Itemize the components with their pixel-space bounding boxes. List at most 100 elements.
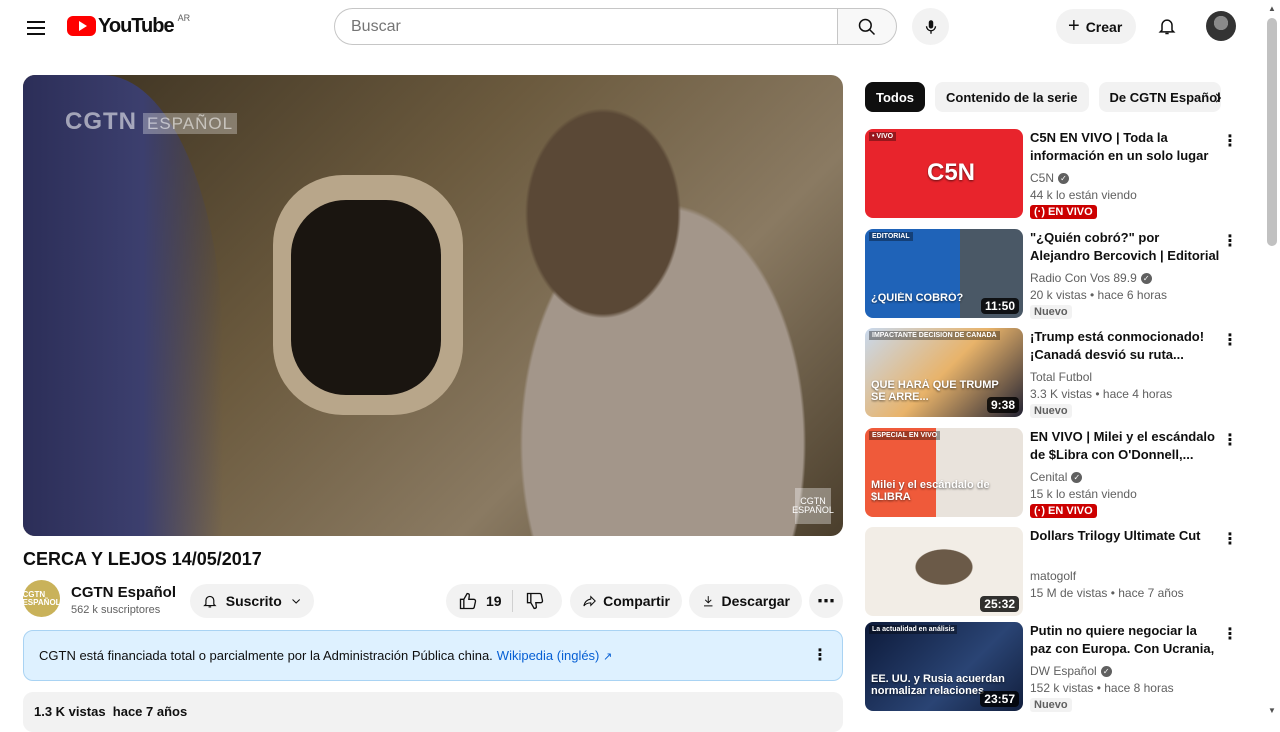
logo-text: YouTube [98,14,175,37]
chip-todos[interactable]: Todos [865,82,926,112]
description-meta: 1.3 K vistas hace 7 años [34,704,188,719]
recommendation-title[interactable]: Putin no quiere negociar la paz con Euro… [1030,622,1222,659]
recommendation-meta: 44 k lo están viendo [1030,188,1137,202]
more-actions-button[interactable]: ⋯ [809,584,843,618]
filter-chips: Todos Contenido de la serie De CGTN Espa… [865,82,1221,112]
player-corner-logo: CGTN ESPAÑOL [792,488,834,524]
more-vertical-icon[interactable]: ⋮ [1220,624,1240,644]
video-duration: 25:32 [980,596,1019,612]
recommendation-item[interactable]: 25:32 Dollars Trilogy Ultimate Cut matogol… [865,527,1245,617]
recommendation-channel[interactable]: Total Futbol [1030,370,1092,384]
wikipedia-link[interactable]: Wikipedia (inglés) ↗ [497,648,612,663]
thumbnail-subtext: • VIVO [869,132,897,141]
verified-icon: ✓ [1140,272,1152,284]
microphone-icon [925,19,936,34]
video-duration: 11:50 [980,298,1019,314]
more-vertical-icon[interactable]: ⋮ [1220,131,1240,151]
recommendation-channel[interactable]: Cenital ✓ [1030,470,1083,484]
recommendation-meta: 15 M de vistas • hace 7 años [1030,586,1184,600]
external-link-icon: ↗ [603,651,613,663]
notifications-button[interactable] [1149,8,1185,44]
recommendation-channel[interactable]: Radio Con Vos 89.9 ✓ [1030,271,1152,285]
chip-series[interactable]: Contenido de la serie [935,82,1089,112]
video-thumbnail[interactable]: Milei y el escándalo de $LIBRA ESPECIAL E… [865,428,1023,517]
more-vertical-icon[interactable]: ⋮ [1220,529,1240,549]
scroll-down-icon[interactable]: ▼ [1268,706,1276,715]
country-code: AR [177,13,191,23]
download-icon [704,596,713,607]
download-button[interactable]: Descargar [689,584,802,618]
more-vertical-icon[interactable]: ⋮ [1220,330,1240,350]
video-duration: 23:57 [980,691,1019,707]
chevron-right-icon[interactable] [1206,86,1230,110]
recommendation-item[interactable]: EE. UU. y Rusia acuerdan normalizar rela… [865,622,1245,712]
video-thumbnail[interactable]: 25:32 [865,527,1023,616]
channel-watermark: CGTN ESPAÑOL [65,108,238,136]
video-thumbnail[interactable]: ¿QUIÉN COBRÓ? EDITORIAL 11:50 [865,229,1023,318]
live-badge: (·) EN VIVO [1030,504,1097,518]
new-badge: Nuevo [1030,698,1072,712]
like-count: 19 [486,593,502,609]
dislike-button[interactable] [513,591,557,611]
share-button[interactable]: Compartir [570,584,682,618]
recommendation-meta: 152 k vistas • hace 8 horas [1030,681,1174,695]
subscribe-button[interactable]: Suscrito [190,584,314,618]
scroll-up-icon[interactable]: ▲ [1268,4,1276,13]
recommendation-title[interactable]: "¿Quién cobró?" por Alejandro Bercovich … [1030,229,1222,266]
player-window [291,200,441,395]
player-person [443,75,843,536]
description-box[interactable]: 1.3 K vistas hace 7 años [23,692,843,732]
recommendation-title[interactable]: EN VIVO | Milei y el escándalo de $Libra… [1030,428,1222,464]
youtube-play-icon [67,16,96,36]
recommendation-item[interactable]: Milei y el escándalo de $LIBRA ESPECIAL E… [865,428,1245,518]
youtube-logo[interactable]: YouTube AR [67,13,191,37]
new-badge: Nuevo [1030,305,1072,319]
recommendation-channel[interactable]: DW Español ✓ [1030,664,1112,678]
voice-search-button[interactable] [912,8,949,45]
more-vertical-icon[interactable]: ⋮ [1220,430,1240,450]
more-vertical-icon[interactable]: ⋮ [1220,231,1240,251]
recommendation-title[interactable]: Dollars Trilogy Ultimate Cut [1030,527,1222,545]
create-button[interactable]: + Crear [1056,9,1137,44]
bell-icon [1158,19,1176,35]
thumbnail-text: Milei y el escándalo de $LIBRA [871,478,990,503]
recommendation-title[interactable]: ¡Trump está conmocionado! ¡Canadá desvió… [1030,328,1222,364]
recommendation-channel[interactable]: C5N ✓ [1030,171,1070,185]
bell-icon [203,595,217,608]
verified-icon: ✓ [1071,471,1083,483]
subscriber-count: 562 k suscriptores [71,604,161,616]
info-panel-menu-icon[interactable]: ⋮ [812,645,828,665]
scrollbar-thumb[interactable] [1267,18,1277,246]
search-input[interactable]: Buscar [334,8,837,45]
chip-channel[interactable]: De CGTN Español [1098,82,1221,112]
search-button[interactable] [837,8,897,45]
video-player[interactable]: CGTN ESPAÑOL CGTN ESPAÑOL [23,75,843,536]
search-bar: Buscar [334,8,897,45]
recommendation-item[interactable]: C5N • VIVO C5N EN VIVO | Toda la informaci… [865,129,1245,219]
video-thumbnail[interactable]: C5N • VIVO [865,129,1023,218]
info-panel-text: CGTN está financiada total o parcialment… [39,648,493,663]
thumbnail-subtext: ESPECIAL EN VIVO [869,431,941,440]
menu-icon[interactable] [16,8,56,48]
account-avatar[interactable] [1206,11,1236,41]
video-thumbnail[interactable]: EE. UU. y Rusia acuerdan normalizar rela… [865,622,1023,711]
channel-avatar[interactable]: CGTN ESPAÑOL [22,580,61,617]
video-duration: 9:38 [986,397,1019,413]
download-label: Descargar [721,593,791,609]
verified-icon: ✓ [1100,665,1112,677]
video-thumbnail[interactable]: QUE HARÁ QUE TRUMP SE ARRE... IMPACTANTE … [865,328,1023,417]
verified-icon: ✓ [1058,172,1070,184]
recommendation-channel[interactable]: matogolf [1030,569,1076,583]
more-horizontal-icon: ⋯ [817,590,835,611]
recommendation-item[interactable]: ¿QUIÉN COBRÓ? EDITORIAL 11:50 "¿Quién cobró… [865,229,1245,319]
thumbs-down-icon [526,592,543,610]
recommendation-meta: 15 k lo están viendo [1030,487,1137,501]
live-badge: (·) EN VIVO [1030,205,1097,219]
recommendation-item[interactable]: QUE HARÁ QUE TRUMP SE ARRE... IMPACTANTE … [865,328,1245,418]
like-button[interactable]: 19 [446,590,513,612]
new-badge: Nuevo [1030,404,1072,418]
like-dislike-group: 19 [446,584,562,618]
recommendation-title[interactable]: C5N EN VIVO | Toda la información en un … [1030,129,1222,166]
search-icon [858,18,876,35]
channel-name[interactable]: CGTN Español [71,584,176,601]
